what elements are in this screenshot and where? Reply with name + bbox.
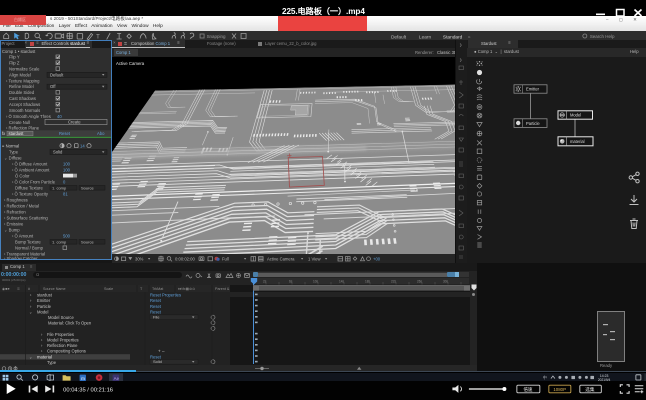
svg-text:中: 中 [543,374,547,380]
svg-text:Scale: Scale [104,287,113,291]
svg-text:Reset: Reset [150,293,162,298]
svg-text:❯: ❯ [459,43,462,47]
svg-text:Model: Model [570,113,581,118]
svg-text:1080P: 1080P [553,387,566,392]
svg-text:T: T [140,287,143,291]
svg-text:material: material [570,139,585,144]
svg-text:Full: Full [222,256,229,261]
svg-text:⚿: ⚿ [17,287,20,291]
svg-text:Particle: Particle [526,121,540,126]
svg-text:Source Name: Source Name [43,287,66,291]
svg-text:Compositing Options: Compositing Options [47,349,86,354]
svg-text:TrkMat: TrkMat [152,287,163,291]
svg-text:Ae: Ae [114,375,120,380]
svg-text:File Properties: File Properties [47,332,74,337]
svg-text:›: › [30,304,32,309]
svg-text:30%: 30% [135,256,144,261]
svg-text:Reflection Plane: Reflection Plane [47,343,78,348]
svg-text:Emitter: Emitter [37,298,51,303]
svg-text:›: › [41,332,43,337]
svg-text:Solid: Solid [153,359,162,364]
svg-text:Model: Model [37,309,48,314]
svg-text:Snapping: Snapping [207,34,226,39]
svg-text:#: # [28,287,31,291]
svg-text:+00: +00 [373,256,381,261]
svg-text:›: › [41,349,43,354]
svg-text:1 View: 1 View [308,256,321,261]
svg-text:Model Properties: Model Properties [47,337,79,342]
svg-text:m: m [81,375,85,380]
svg-text:›: › [41,337,43,342]
svg-text:›: › [30,293,32,298]
svg-text:stardust: stardust [37,293,53,298]
svg-text:Default: Default [391,34,407,40]
svg-text:File: File [153,315,160,320]
svg-text:0:00:02:00: 0:00:02:00 [175,256,195,261]
svg-text:Active Camera: Active Camera [267,256,295,261]
svg-text:Particle: Particle [37,304,52,309]
svg-text:◉■●: ◉■● [2,287,10,291]
svg-text:Material: Click To Open: Material: Click To Open [48,321,92,326]
svg-text:⌄: ⌄ [29,309,33,314]
svg-text:选集: 选集 [585,386,595,393]
svg-text:Emitter: Emitter [526,87,540,92]
svg-text:›: › [41,343,43,348]
svg-text:Learn: Learn [419,34,432,40]
svg-text:+ –: + – [158,349,165,354]
svg-text:⌄: ⌄ [29,354,33,359]
svg-text:Reset: Reset [150,298,162,303]
svg-text:Properties: Properties [162,293,181,298]
svg-text:♦♦\fx▦⊘⊙: ♦♦\fx▦⊘⊙ [178,287,195,291]
svg-text:Standard: Standard [443,34,463,40]
svg-text:Search Help: Search Help [590,34,615,39]
svg-text:Model Source: Model Source [48,315,75,320]
svg-text:›: › [30,298,32,303]
svg-text:❯: ❯ [459,58,462,62]
svg-text:00:04:35 / 00:21:16: 00:04:35 / 00:21:16 [63,388,113,394]
svg-text:倍速: 倍速 [523,386,533,393]
svg-text:material: material [37,354,52,359]
svg-text:Reset: Reset [150,304,162,309]
